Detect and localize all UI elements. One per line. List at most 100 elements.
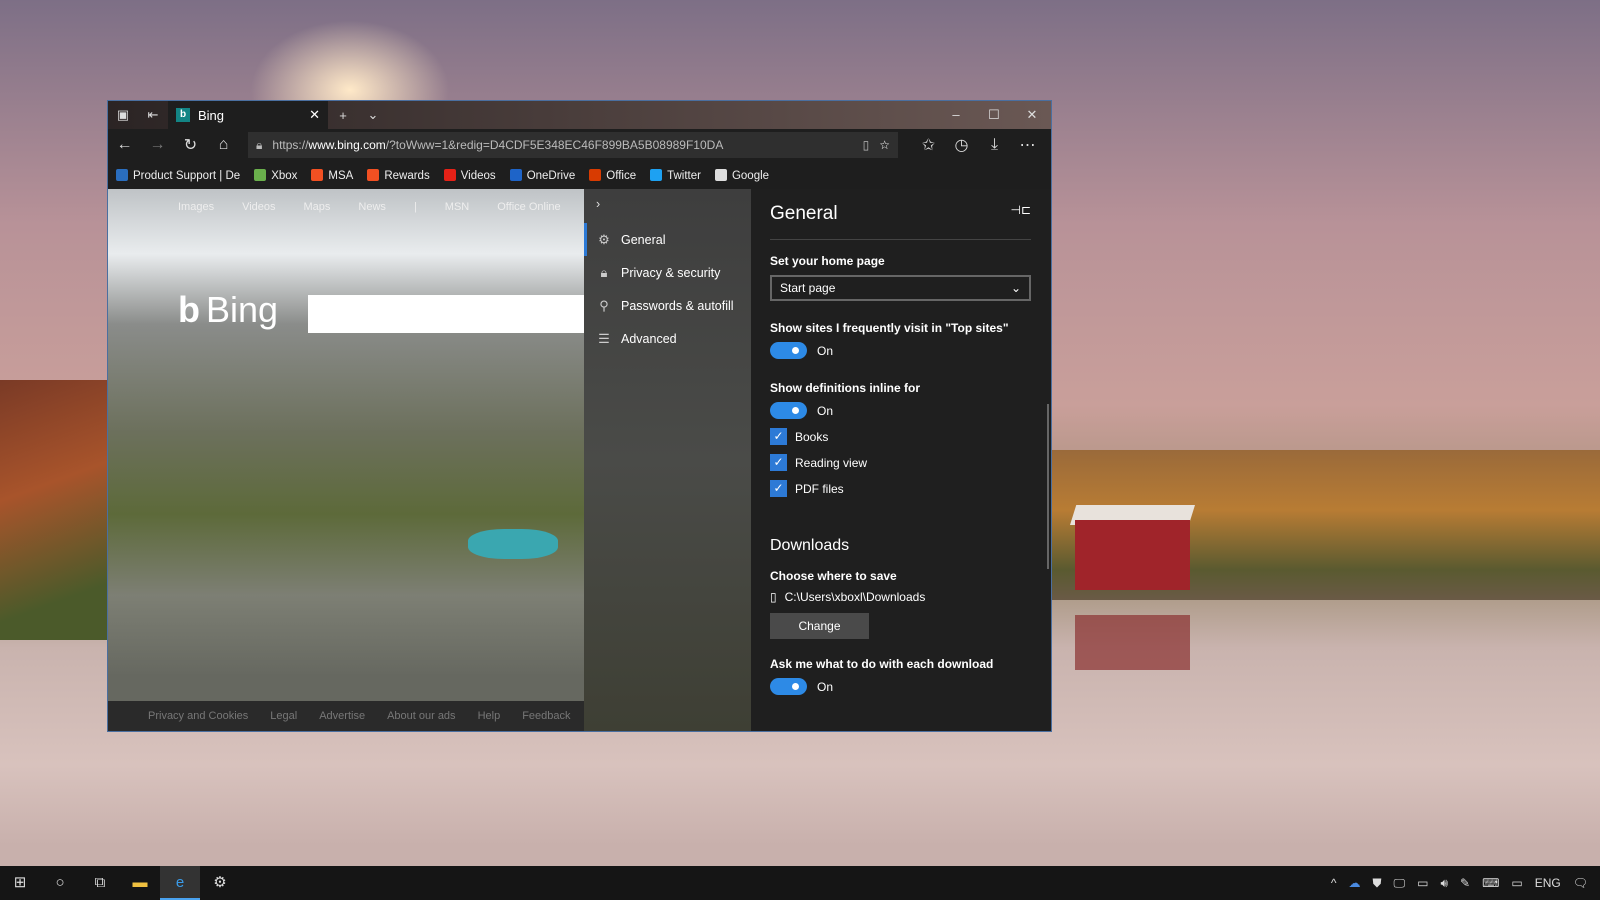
battery-icon[interactable]: ▭ bbox=[1417, 876, 1428, 890]
checkbox-books[interactable]: ✓Books bbox=[770, 428, 1031, 445]
touch-keyboard-icon[interactable]: ⌨ bbox=[1482, 876, 1499, 890]
new-tab-icon[interactable]: + bbox=[328, 108, 358, 123]
bing-footer-link[interactable]: Feedback bbox=[522, 710, 570, 722]
edge-icon[interactable]: e bbox=[160, 866, 200, 900]
checkbox-reading-view[interactable]: ✓Reading view bbox=[770, 454, 1031, 471]
back-icon[interactable]: ← bbox=[108, 136, 141, 154]
volume-icon[interactable]: 🔊︎ bbox=[1440, 876, 1448, 891]
lake-image bbox=[468, 529, 558, 559]
bing-nav-link[interactable]: | bbox=[414, 201, 417, 213]
bing-footer: Privacy and Cookies Legal Advertise About o… bbox=[108, 701, 584, 731]
url-text: https://www.bing.com/?toWww=1&redig=D4CD… bbox=[272, 138, 852, 152]
bookmark-label: MSA bbox=[328, 170, 353, 182]
bookmark-favicon-icon bbox=[367, 169, 379, 181]
settings-nav-gear[interactable]: ⚙General bbox=[584, 223, 751, 256]
reading-view-icon[interactable]: ▯ bbox=[863, 138, 870, 152]
bing-footer-link[interactable]: Help bbox=[478, 710, 501, 722]
settings-nav-key[interactable]: ⚲Passwords & autofill bbox=[584, 289, 751, 322]
bing-logo[interactable]: bBing bbox=[178, 289, 278, 331]
definitions-toggle[interactable] bbox=[770, 402, 807, 419]
refresh-icon[interactable]: ↻ bbox=[174, 135, 207, 155]
bookmark-item[interactable]: Xbox bbox=[254, 169, 297, 182]
close-icon[interactable]: ✕ bbox=[1013, 107, 1051, 123]
forward-icon[interactable]: → bbox=[141, 136, 174, 154]
tablet-icon[interactable]: ▭ bbox=[1511, 876, 1522, 890]
checkmark-icon: ✓ bbox=[770, 454, 787, 471]
maximize-icon[interactable]: ☐ bbox=[975, 107, 1013, 123]
url-prefix: https:// bbox=[272, 138, 308, 152]
save-location-label: Choose where to save bbox=[770, 569, 1031, 583]
tab-preview-icon[interactable]: ▣ bbox=[108, 107, 138, 123]
close-tab-icon[interactable]: ✕ bbox=[309, 107, 320, 123]
task-view-icon[interactable]: ⧉ bbox=[80, 866, 120, 900]
bing-footer-link[interactable]: Legal bbox=[270, 710, 297, 722]
pin-icon[interactable]: ⊣⊏ bbox=[1010, 203, 1031, 225]
bing-nav-link[interactable]: Videos bbox=[242, 201, 275, 213]
tab-bing[interactable]: b Bing ✕ bbox=[168, 101, 328, 129]
pen-ink-icon[interactable]: ✎ bbox=[1460, 876, 1470, 890]
bookmark-item[interactable]: Office bbox=[589, 169, 636, 182]
defender-shield-icon[interactable]: ⛊ bbox=[1373, 876, 1382, 891]
bing-search-input[interactable] bbox=[308, 295, 584, 333]
language-indicator[interactable]: ENG bbox=[1535, 876, 1561, 890]
bing-footer-link[interactable]: Advertise bbox=[319, 710, 365, 722]
bing-nav-link[interactable]: Maps bbox=[304, 201, 331, 213]
set-aside-tabs-icon[interactable]: ⇤ bbox=[138, 107, 168, 123]
bookmark-label: OneDrive bbox=[527, 170, 576, 182]
settings-gear-icon[interactable]: ⚙ bbox=[200, 866, 240, 900]
bing-nav-link[interactable]: MSN bbox=[445, 201, 469, 213]
top-sites-toggle[interactable] bbox=[770, 342, 807, 359]
more-icon[interactable]: ⋯ bbox=[1011, 135, 1044, 155]
favorites-hub-icon[interactable]: ✩ bbox=[912, 135, 945, 155]
settings-nav-label: Passwords & autofill bbox=[621, 299, 734, 313]
url-rest: /?toWww=1&redig=D4CDF5E348EC46F899BA5B08… bbox=[386, 138, 724, 152]
action-center-icon[interactable]: 🗨︎ bbox=[1573, 876, 1588, 890]
settings-general-panel: General⊣⊏ Set your home page Start page⌄… bbox=[751, 189, 1051, 731]
settings-nav-label: General bbox=[621, 233, 665, 247]
title-bar: ▣ ⇤ b Bing ✕ + ⌄ – ☐ ✕ bbox=[108, 101, 1051, 129]
scrollbar[interactable] bbox=[1047, 404, 1049, 569]
checkbox-label: PDF files bbox=[795, 482, 844, 496]
bookmark-item[interactable]: Google bbox=[715, 169, 769, 182]
bookmark-item[interactable]: Rewards bbox=[367, 169, 429, 182]
onedrive-icon[interactable]: ☁ bbox=[1349, 876, 1361, 890]
favorite-star-icon[interactable]: ☆ bbox=[879, 138, 890, 152]
bing-nav-link[interactable]: News bbox=[358, 201, 386, 213]
settings-nav-label: Advanced bbox=[621, 332, 677, 346]
ask-download-toggle[interactable] bbox=[770, 678, 807, 695]
bookmark-item[interactable]: OneDrive bbox=[510, 169, 576, 182]
history-icon[interactable]: ◷ bbox=[945, 135, 978, 155]
bookmark-item[interactable]: Videos bbox=[444, 169, 496, 182]
favorites-bar: Product Support | De Xbox MSA Rewards Videos… bbox=[108, 161, 1051, 189]
bing-footer-link[interactable]: About our ads bbox=[387, 710, 456, 722]
network-icon[interactable]: 🖵︎ bbox=[1394, 876, 1406, 891]
chevron-down-icon: ⌄ bbox=[1011, 281, 1021, 295]
sliders-icon: ☰ bbox=[597, 331, 611, 347]
bookmark-item[interactable]: Product Support | De bbox=[116, 169, 240, 182]
show-hidden-icons-chevron-icon[interactable]: ^ bbox=[1331, 876, 1337, 890]
settings-nav-lock[interactable]: 🔒︎Privacy & security bbox=[584, 256, 751, 289]
bing-nav-link[interactable]: Office Online bbox=[497, 201, 560, 213]
change-button[interactable]: Change bbox=[770, 613, 869, 639]
address-bar[interactable]: 🔒︎ https://www.bing.com/?toWww=1&redig=D… bbox=[248, 132, 898, 158]
bing-footer-link[interactable]: Privacy and Cookies bbox=[148, 710, 248, 722]
bing-nav-link[interactable]: Images bbox=[178, 201, 214, 213]
bookmark-favicon-icon bbox=[444, 169, 456, 181]
bookmark-label: Office bbox=[606, 170, 636, 182]
bookmark-label: Product Support | De bbox=[133, 170, 240, 182]
bookmark-item[interactable]: MSA bbox=[311, 169, 353, 182]
downloads-icon[interactable]: ⤓ bbox=[978, 136, 1011, 154]
home-page-select[interactable]: Start page⌄ bbox=[770, 275, 1031, 301]
file-explorer-icon[interactable]: ▬ bbox=[120, 866, 160, 900]
home-icon[interactable]: ⌂ bbox=[207, 136, 240, 154]
cortana-circle-icon[interactable]: ○ bbox=[40, 866, 80, 900]
checkbox-pdf-files[interactable]: ✓PDF files bbox=[770, 480, 1031, 497]
bookmark-favicon-icon bbox=[715, 169, 727, 181]
home-page-label: Set your home page bbox=[770, 254, 1031, 268]
settings-nav-sliders[interactable]: ☰ Advanced bbox=[584, 322, 751, 355]
collapse-chevron-icon[interactable]: › bbox=[584, 197, 751, 223]
start-windows-icon[interactable]: ⊞ bbox=[0, 866, 40, 900]
bookmark-item[interactable]: Twitter bbox=[650, 169, 701, 182]
chevron-down-icon[interactable]: ⌄ bbox=[358, 107, 388, 123]
minimize-icon[interactable]: – bbox=[937, 107, 975, 123]
